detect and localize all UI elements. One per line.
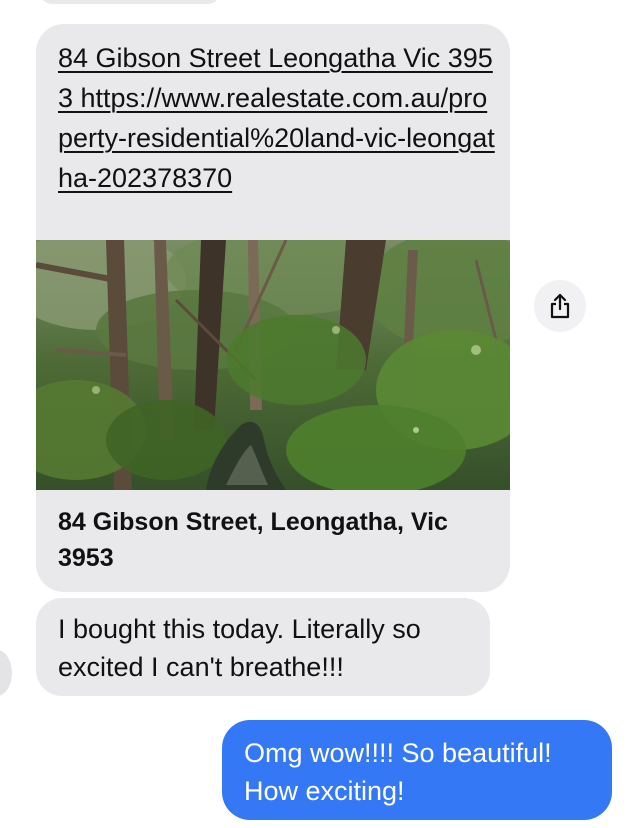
link-preview-title: 84 Gibson Street, Leongatha, Vic 3953 (58, 508, 448, 572)
previous-message-bubble (40, 0, 220, 4)
link-url-text[interactable]: 84 Gibson Street Leongatha Vic 3953 http… (58, 38, 498, 198)
outgoing-message-text: Omg wow!!!! So beautiful! How exciting! (244, 738, 552, 806)
outgoing-message-bubble[interactable]: Omg wow!!!! So beautiful! How exciting! (222, 720, 612, 820)
share-icon (550, 293, 570, 319)
incoming-message-bubble[interactable]: I bought this today. Literally so excite… (36, 598, 490, 696)
forest-creek-photo[interactable] (36, 240, 510, 490)
share-button[interactable] (534, 280, 586, 332)
link-preview-card[interactable]: 84 Gibson Street Leongatha Vic 3953 http… (36, 24, 510, 592)
contact-avatar (0, 650, 12, 696)
incoming-message-text: I bought this today. Literally so excite… (58, 614, 421, 682)
